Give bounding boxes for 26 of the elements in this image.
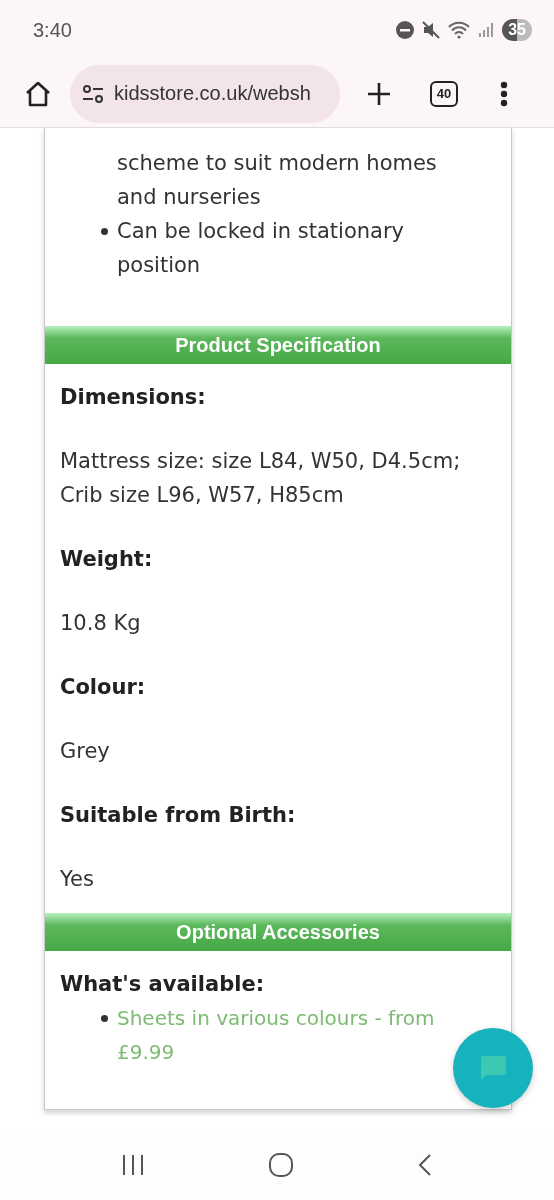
tab-count-button[interactable]: 40: [430, 80, 458, 107]
spec-value: Yes: [60, 866, 95, 893]
feature-text: Can be locked in stationary position: [117, 218, 406, 279]
clock: 3:40: [33, 18, 73, 42]
signal-icon: [478, 22, 495, 38]
spec-label: Weight:: [60, 546, 154, 573]
section-header: Optional Accessories: [45, 913, 511, 951]
spec-value: Grey: [60, 738, 111, 765]
spec-value: Crib size L96, W57, H85cm: [60, 482, 345, 509]
feature-text: scheme to suit modern homes and nurseries: [117, 150, 438, 211]
spec-value: Mattress size: size L84, W50, D4.5cm;: [60, 448, 462, 475]
section-header: Product Specification: [45, 326, 511, 364]
do-not-disturb-icon: [396, 21, 415, 39]
mute-icon: [422, 21, 441, 39]
spec-label: Colour:: [60, 674, 147, 701]
bullet-icon: [101, 1015, 108, 1022]
url-field[interactable]: kidsstore.co.uk/websh: [70, 64, 340, 123]
spec-label: Suitable from Birth:: [60, 802, 297, 829]
spec-label: Dimensions:: [60, 384, 207, 411]
battery-indicator: 35: [502, 19, 532, 41]
wifi-icon: [448, 21, 471, 39]
spec-value: 10.8 Kg: [60, 610, 142, 637]
menu-icon[interactable]: [500, 80, 508, 107]
bullet-icon: [101, 228, 108, 235]
site-settings-icon[interactable]: [82, 83, 104, 104]
spec-label: What's available:: [60, 971, 266, 998]
